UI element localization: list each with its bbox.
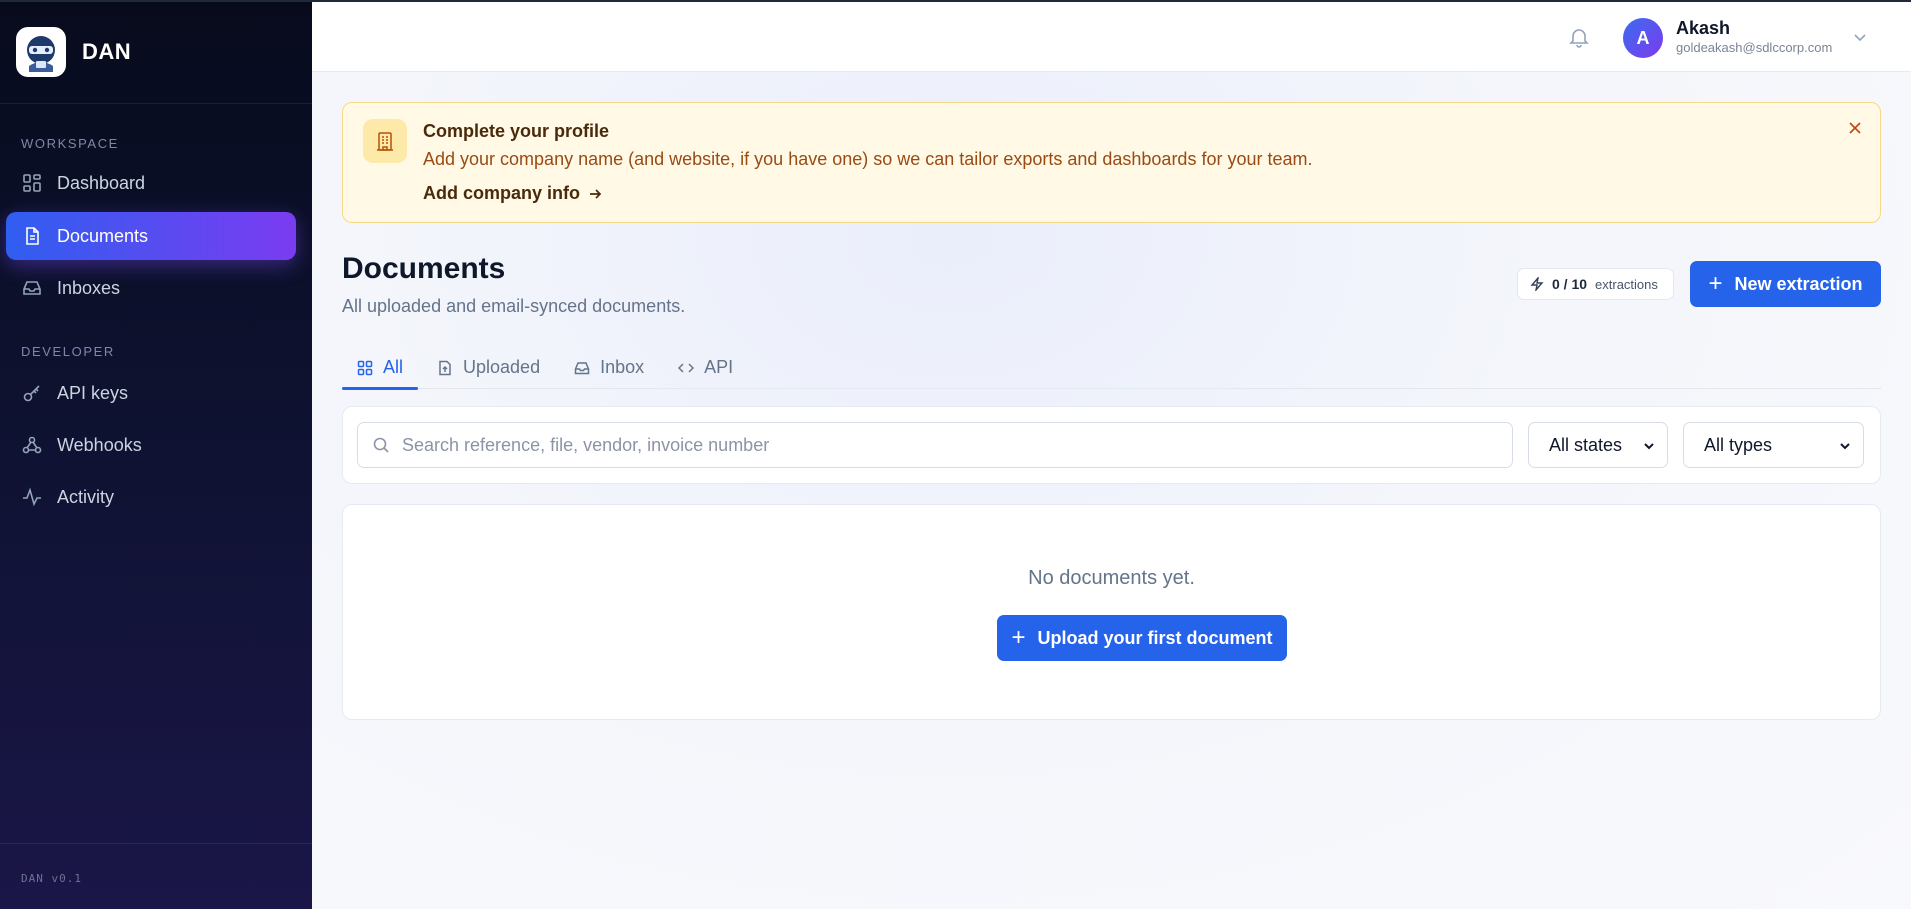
upload-first-document-button[interactable]: + Upload your first document: [997, 615, 1287, 661]
sidebar-item-activity[interactable]: Activity: [6, 473, 296, 521]
page-subtitle: All uploaded and email-synced documents.: [342, 296, 686, 316]
grid-icon: [357, 360, 373, 375]
webhook-icon: [21, 434, 43, 456]
activity-icon: [21, 486, 43, 508]
add-company-info-link[interactable]: Add company info: [423, 183, 602, 204]
empty-state-text: No documents yet.: [1028, 567, 1195, 589]
inbox-icon: [21, 277, 43, 299]
building-icon: [363, 119, 407, 163]
state-select[interactable]: All states: [1528, 422, 1668, 468]
search-input[interactable]: [402, 434, 1502, 456]
banner-text: Add your company name (and website, if y…: [423, 149, 1313, 169]
profile-banner: Complete your profile Add your company n…: [342, 102, 1881, 223]
main-content: Complete your profile Add your company n…: [312, 72, 1911, 909]
extraction-quota-badge: 0 / 10 extractions: [1517, 268, 1674, 300]
sidebar-item-label: Documents: [57, 225, 149, 246]
sidebar-item-dashboard[interactable]: Dashboard: [6, 159, 296, 207]
empty-state: No documents yet. + Upload your first do…: [342, 504, 1881, 720]
tab-label: Inbox: [600, 357, 645, 377]
search-icon: [373, 437, 389, 453]
sidebar-item-label: Inboxes: [57, 277, 121, 298]
code-icon: [678, 362, 695, 373]
lightning-icon: [1530, 277, 1544, 291]
sidebar-item-webhooks[interactable]: Webhooks: [6, 421, 296, 469]
banner-title: Complete your profile: [423, 121, 610, 141]
document-icon: [21, 225, 43, 247]
tab-uploaded[interactable]: Uploaded: [422, 346, 555, 389]
document-tabs: All Uploaded Inbox API: [342, 346, 1881, 390]
avatar[interactable]: A: [1623, 18, 1663, 58]
arrow-right-icon: [590, 188, 602, 199]
section-label-workspace: WORKSPACE: [21, 136, 119, 151]
banner-link-label: Add company info: [423, 183, 580, 203]
section-label-developer: DEVELOPER: [21, 344, 115, 359]
plus-icon: +: [1708, 270, 1723, 297]
search-box[interactable]: [357, 422, 1513, 468]
sidebar-item-label: Dashboard: [57, 172, 146, 193]
sidebar: DAN WORKSPACE Dashboard Documents Inboxe…: [0, 0, 312, 909]
chevron-down-icon[interactable]: [1853, 30, 1867, 44]
new-extraction-label: New extraction: [1734, 273, 1863, 294]
upload-button-label: Upload your first document: [1037, 627, 1273, 648]
type-select-value: All types: [1704, 434, 1773, 455]
app-version: DAN v0.1: [0, 843, 312, 909]
chevron-down-icon: [1644, 443, 1654, 450]
page-title: Documents: [342, 252, 506, 285]
key-icon: [21, 382, 43, 404]
sidebar-item-label: Webhooks: [57, 434, 142, 455]
brand-name: DAN: [82, 38, 132, 64]
quota-count: 0 / 10: [1552, 276, 1588, 292]
close-icon[interactable]: [1846, 119, 1864, 137]
sidebar-item-documents[interactable]: Documents: [6, 212, 296, 260]
user-email: goldeakash@sdlccorp.com: [1676, 40, 1833, 55]
new-extraction-button[interactable]: + New extraction: [1690, 261, 1881, 307]
type-select[interactable]: All types: [1683, 422, 1864, 468]
sidebar-item-inboxes[interactable]: Inboxes: [6, 264, 296, 312]
file-upload-icon: [439, 360, 451, 375]
user-name[interactable]: Akash: [1676, 18, 1730, 39]
topbar: A Akash goldeakash@sdlccorp.com: [312, 2, 1911, 72]
brand-logo: [16, 26, 66, 77]
inbox-icon: [574, 361, 590, 374]
tab-api[interactable]: API: [663, 346, 748, 389]
chevron-down-icon: [1840, 443, 1850, 450]
dashboard-icon: [21, 172, 43, 194]
tab-label: All: [383, 357, 404, 377]
tab-inbox[interactable]: Inbox: [559, 346, 659, 389]
sidebar-item-label: Activity: [57, 486, 115, 507]
sidebar-item-api-keys[interactable]: API keys: [6, 369, 296, 417]
window-top-border: [0, 0, 1911, 2]
plus-icon: +: [1011, 624, 1026, 651]
quota-unit: extractions: [1595, 276, 1658, 292]
sidebar-item-label: API keys: [57, 382, 129, 403]
filter-bar: All states All types: [342, 406, 1881, 484]
brand[interactable]: DAN: [0, 0, 312, 104]
state-select-value: All states: [1549, 434, 1623, 455]
tab-all[interactable]: All: [342, 346, 419, 390]
bell-icon[interactable]: [1568, 26, 1590, 48]
tab-label: API: [704, 357, 734, 377]
tab-label: Uploaded: [463, 357, 541, 377]
